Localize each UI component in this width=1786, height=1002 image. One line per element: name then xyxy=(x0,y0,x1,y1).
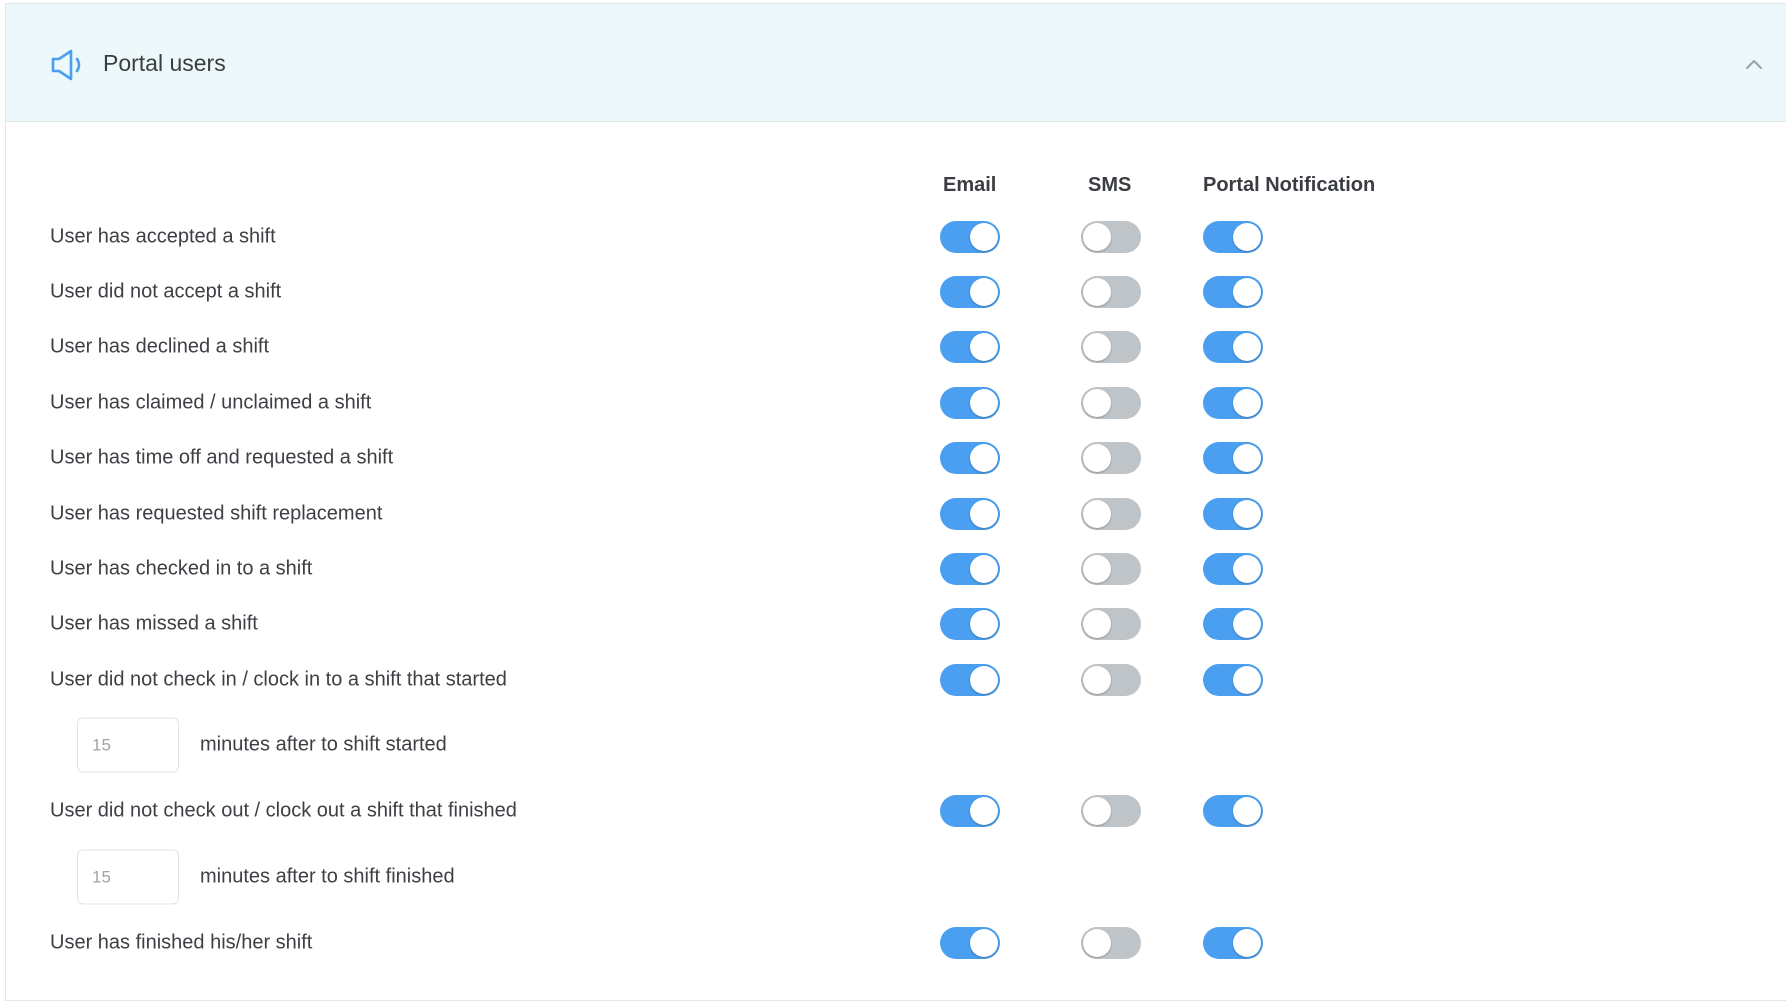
column-header-email: Email xyxy=(943,174,997,196)
toggle-knob xyxy=(1083,555,1111,583)
sms-toggle[interactable] xyxy=(1081,608,1141,640)
row-label: User has requested shift replacement xyxy=(50,502,383,525)
portal-toggle[interactable] xyxy=(1203,276,1263,308)
portal-toggle[interactable] xyxy=(1203,608,1263,640)
toggle-knob xyxy=(970,929,998,957)
portal-toggle[interactable] xyxy=(1203,442,1263,474)
minutes-label: minutes after to shift finished xyxy=(200,865,455,888)
row-label: User has accepted a shift xyxy=(50,225,276,248)
toggle-knob xyxy=(1233,666,1261,694)
toggle-knob xyxy=(1083,610,1111,638)
toggle-knob xyxy=(970,278,998,306)
toggle-knob xyxy=(1083,278,1111,306)
row-label: User did not accept a shift xyxy=(50,280,282,303)
toggle-knob xyxy=(1083,444,1111,472)
portal-toggle[interactable] xyxy=(1203,664,1263,696)
sms-toggle[interactable] xyxy=(1081,553,1141,585)
toggle-knob xyxy=(970,444,998,472)
email-toggle[interactable] xyxy=(940,498,1000,530)
toggle-knob xyxy=(1233,278,1261,306)
email-toggle[interactable] xyxy=(940,553,1000,585)
toggle-knob xyxy=(970,555,998,583)
sms-toggle[interactable] xyxy=(1081,387,1141,419)
speaker-icon xyxy=(51,49,81,81)
email-toggle[interactable] xyxy=(940,276,1000,308)
toggle-knob xyxy=(970,610,998,638)
toggle-knob xyxy=(970,389,998,417)
toggle-knob xyxy=(1233,929,1261,957)
row-label: User has checked in to a shift xyxy=(50,557,313,580)
portal-toggle[interactable] xyxy=(1203,331,1263,363)
toggle-knob xyxy=(1233,555,1261,583)
toggle-knob xyxy=(1233,500,1261,528)
sms-toggle[interactable] xyxy=(1081,498,1141,530)
sms-toggle[interactable] xyxy=(1081,927,1141,959)
column-header-portal-notification: Portal Notification xyxy=(1203,174,1376,196)
sms-toggle[interactable] xyxy=(1081,276,1141,308)
sms-toggle[interactable] xyxy=(1081,795,1141,827)
panel-title: Portal users xyxy=(103,50,226,76)
row-label: User has missed a shift xyxy=(50,612,258,635)
chevron-up-icon[interactable] xyxy=(1741,51,1767,77)
sms-toggle[interactable] xyxy=(1081,442,1141,474)
toggle-knob xyxy=(1083,500,1111,528)
portal-toggle[interactable] xyxy=(1203,553,1263,585)
toggle-knob xyxy=(1083,333,1111,361)
minutes-label: minutes after to shift started xyxy=(200,733,447,756)
toggle-knob xyxy=(1083,223,1111,251)
toggle-knob xyxy=(970,223,998,251)
toggle-knob xyxy=(970,797,998,825)
panel-header[interactable]: Portal users xyxy=(6,4,1786,122)
toggle-knob xyxy=(1083,797,1111,825)
toggle-knob xyxy=(1083,666,1111,694)
minutes-input[interactable] xyxy=(77,849,179,905)
portal-users-panel: Portal users Email SMS Portal Notificati… xyxy=(5,3,1786,1001)
row-label: User did not check out / clock out a shi… xyxy=(50,799,517,822)
email-toggle[interactable] xyxy=(940,664,1000,696)
toggle-knob xyxy=(1233,223,1261,251)
toggle-knob xyxy=(1233,333,1261,361)
email-toggle[interactable] xyxy=(940,927,1000,959)
email-toggle[interactable] xyxy=(940,795,1000,827)
email-toggle[interactable] xyxy=(940,331,1000,363)
toggle-knob xyxy=(1233,610,1261,638)
sms-toggle[interactable] xyxy=(1081,221,1141,253)
email-toggle[interactable] xyxy=(940,442,1000,474)
email-toggle[interactable] xyxy=(940,387,1000,419)
toggle-knob xyxy=(1233,389,1261,417)
email-toggle[interactable] xyxy=(940,221,1000,253)
toggle-knob xyxy=(1233,444,1261,472)
toggle-knob xyxy=(1083,929,1111,957)
toggle-knob xyxy=(970,500,998,528)
row-label: User has claimed / unclaimed a shift xyxy=(50,391,372,414)
portal-toggle[interactable] xyxy=(1203,927,1263,959)
row-label: User did not check in / clock in to a sh… xyxy=(50,668,507,691)
sms-toggle[interactable] xyxy=(1081,331,1141,363)
portal-toggle[interactable] xyxy=(1203,795,1263,827)
portal-toggle[interactable] xyxy=(1203,387,1263,419)
portal-toggle[interactable] xyxy=(1203,221,1263,253)
minutes-input[interactable] xyxy=(77,717,179,773)
email-toggle[interactable] xyxy=(940,608,1000,640)
toggle-knob xyxy=(970,666,998,694)
row-label: User has declined a shift xyxy=(50,335,270,358)
sms-toggle[interactable] xyxy=(1081,664,1141,696)
row-label: User has time off and requested a shift xyxy=(50,446,394,469)
row-label: User has finished his/her shift xyxy=(50,931,313,954)
portal-toggle[interactable] xyxy=(1203,498,1263,530)
toggle-knob xyxy=(1233,797,1261,825)
column-header-sms: SMS xyxy=(1088,174,1132,196)
toggle-knob xyxy=(970,333,998,361)
toggle-knob xyxy=(1083,389,1111,417)
